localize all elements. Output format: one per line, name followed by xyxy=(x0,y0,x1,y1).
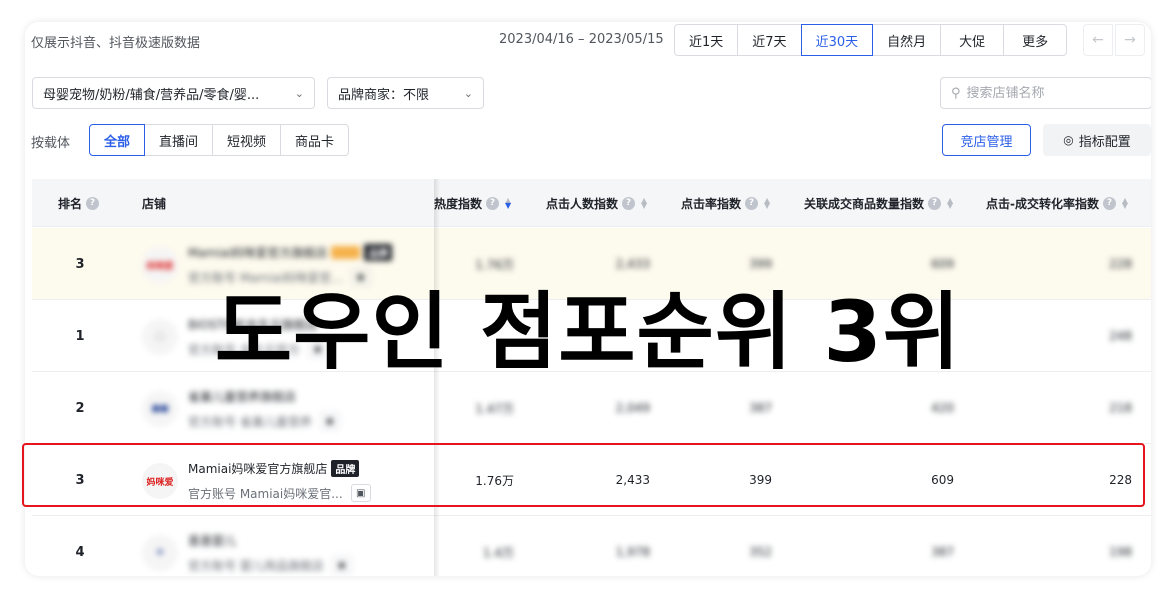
rank-value: 4 xyxy=(75,544,85,560)
sort-icon[interactable]: ▲ ▼ xyxy=(763,197,771,210)
col-related[interactable]: 关联成交商品数量指数? ▲ ▼ xyxy=(804,179,954,227)
date-range-tabs: 近1天 近7天 近30天 自然月 大促 更多 xyxy=(674,24,1068,56)
clicks-value: 2,049 xyxy=(615,401,650,415)
related-value: 387 xyxy=(931,545,954,559)
col-conversion-label: 点击-成交转化率指数 xyxy=(986,196,1099,211)
metric-config-button[interactable]: ◎ 指标配置 xyxy=(1043,124,1151,156)
help-icon[interactable]: ? xyxy=(1102,196,1116,210)
shop-cell: 妈咪爱 Mamiai妈咪爱官方旗舰店 品牌 官方账号 Mamiai妈咪爱官...… xyxy=(142,243,393,287)
col-ctr[interactable]: 点击率指数? ▲ ▼ xyxy=(681,179,771,227)
scan-icon[interactable]: ▣ xyxy=(331,556,352,574)
shop-name[interactable]: 喜喜婴儿 xyxy=(188,532,236,549)
table-row[interactable]: 2 ■■ 雀巢儿童营养旗舰店 官方账号 雀巢儿童营养 ▣ 1.47万 2,049 … xyxy=(32,372,1151,444)
tab-last-7-days[interactable]: 近7天 xyxy=(737,24,802,56)
tab-short-video[interactable]: 短视频 xyxy=(212,124,282,156)
shop-account: 官方账号 雀巢儿童营养 xyxy=(188,414,312,429)
chevron-down-icon: ⌄ xyxy=(294,86,304,100)
tab-live-room[interactable]: 直播间 xyxy=(144,124,214,156)
help-icon[interactable]: ? xyxy=(486,196,500,210)
highlight-frame xyxy=(22,443,1145,507)
help-icon[interactable]: ? xyxy=(86,196,100,210)
scan-icon[interactable]: ▣ xyxy=(319,412,340,430)
carrier-tabs: 全部 直播间 短视频 商品卡 xyxy=(89,124,350,156)
tab-product-card[interactable]: 商品卡 xyxy=(280,124,350,156)
brand-badge: 品牌 xyxy=(364,244,393,261)
help-icon[interactable]: ? xyxy=(928,196,942,210)
shop-name[interactable]: 雀巢儿童营养旗舰店 xyxy=(188,388,296,405)
shop-logo: ■■ xyxy=(142,391,178,427)
tab-more[interactable]: 更多 xyxy=(1003,24,1068,56)
heat-value: 1.47万 xyxy=(475,401,514,416)
metric-config-label: 指标配置 xyxy=(1078,134,1131,150)
prev-arrow-icon[interactable]: ← xyxy=(1083,24,1113,56)
clicks-value: 1,978 xyxy=(615,545,650,559)
shop-cell: ❉ 喜喜婴儿 官方账号 婴儿用品旗舰店 ▣ xyxy=(142,531,352,575)
tab-last-30-days[interactable]: 近30天 xyxy=(800,24,874,56)
carrier-label: 按载体 xyxy=(31,136,71,151)
col-related-label: 关联成交商品数量指数 xyxy=(804,196,925,211)
sort-icon[interactable]: ▲ ▼ xyxy=(1121,197,1129,210)
conversion-value: 218 xyxy=(1109,401,1132,415)
tab-last-1-day[interactable]: 近1天 xyxy=(674,24,739,56)
overlay-title: 도우인 점포순위 3위 xyxy=(214,283,962,381)
shop-logo: ❉ xyxy=(142,535,178,571)
col-clicks-label: 点击人数指数 xyxy=(546,196,619,211)
shop-search-box: ⚲ xyxy=(940,77,1151,109)
heat-value: 1.4万 xyxy=(482,545,514,560)
col-heat-label: 热度指数 xyxy=(434,196,483,211)
col-conversion[interactable]: 点击-成交转化率指数? ▲ ▼ xyxy=(986,179,1129,227)
category-select-value: 母婴宠物/奶粉/辅食/营养品/零食/婴... xyxy=(43,87,260,103)
col-rank: 排名? xyxy=(58,179,100,227)
brand-select[interactable]: 品牌商家：不限 ⌄ xyxy=(327,77,484,109)
ctr-value: 352 xyxy=(749,545,772,559)
table-header: 排名? 店铺 热度指数? ▲ ▼ 点击人数指数? ▲ ▼ 点击率指数? ▲ ▼ 关联成… xyxy=(32,179,1151,227)
tab-natural-month[interactable]: 自然月 xyxy=(872,24,942,56)
settings-icon: ◎ xyxy=(1063,133,1074,147)
next-arrow-icon[interactable]: → xyxy=(1115,24,1145,56)
data-source-note: 仅展示抖音、抖音极速版数据 xyxy=(31,36,201,51)
conversion-value: 198 xyxy=(1109,545,1132,559)
search-icon: ⚲ xyxy=(951,85,961,101)
col-clicks[interactable]: 点击人数指数? ▲ ▼ xyxy=(546,179,648,227)
help-icon[interactable]: ? xyxy=(622,196,636,210)
table-row[interactable]: 4 ❉ 喜喜婴儿 官方账号 婴儿用品旗舰店 ▣ 1.4万 1,978 352 38… xyxy=(32,516,1151,576)
col-heat[interactable]: 热度指数? ▲ ▼ xyxy=(434,179,512,227)
shop-name[interactable]: Mamiai妈咪爱官方旗舰店 xyxy=(188,244,327,261)
shop-account: 官方账号 婴儿用品旗舰店 xyxy=(188,558,324,573)
col-ctr-label: 点击率指数 xyxy=(681,196,742,211)
competitor-manage-button[interactable]: 竞店管理 xyxy=(942,124,1031,156)
sort-icon[interactable]: ▲ ▼ xyxy=(946,197,954,210)
tab-all[interactable]: 全部 xyxy=(89,124,146,156)
category-select[interactable]: 母婴宠物/奶粉/辅食/营养品/零食/婴... ⌄ xyxy=(32,77,315,109)
shop-logo: 妈咪爱 xyxy=(142,247,178,283)
brand-select-value: 品牌商家：不限 xyxy=(338,87,430,103)
sort-icon[interactable]: ▲ ▼ xyxy=(640,197,648,210)
related-value: 420 xyxy=(931,401,954,415)
help-icon[interactable]: ? xyxy=(745,196,759,210)
shop-cell: ■■ 雀巢儿童营养旗舰店 官方账号 雀巢儿童营养 ▣ xyxy=(142,387,340,431)
ctr-value: 387 xyxy=(749,401,772,415)
promo-badge xyxy=(331,246,361,259)
col-rank-label: 排名 xyxy=(58,196,83,211)
date-range-label: 2023/04/16 – 2023/05/15 xyxy=(499,32,664,47)
rank-value: 2 xyxy=(75,400,85,416)
col-shop-label: 店铺 xyxy=(142,196,167,211)
sort-icon[interactable]: ▲ ▼ xyxy=(504,197,512,210)
shop-search-input[interactable] xyxy=(966,85,1137,101)
tab-promotion[interactable]: 大促 xyxy=(940,24,1005,56)
chevron-down-icon: ⌄ xyxy=(463,86,473,100)
col-shop: 店铺 xyxy=(142,179,166,227)
